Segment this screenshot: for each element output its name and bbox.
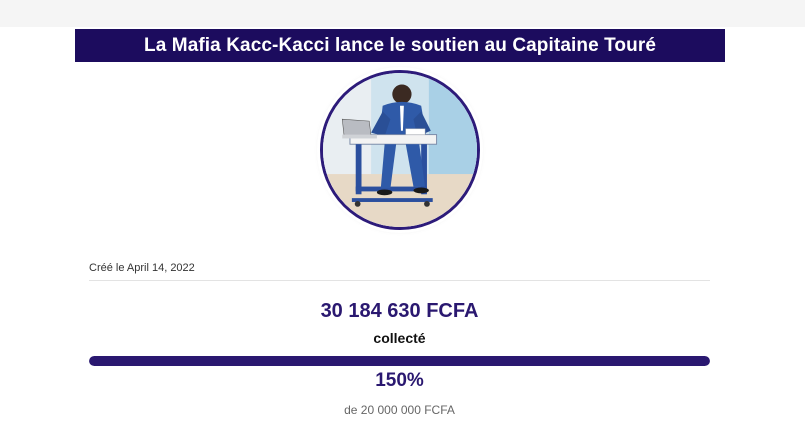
- amount-collected: 30 184 630 FCFA: [320, 300, 479, 322]
- campaign-avatar: [320, 70, 480, 230]
- campaign-title-banner: La Mafia Kacc-Kacci lance le soutien au …: [75, 29, 725, 62]
- top-strip: [0, 0, 805, 27]
- campaign-photo: [323, 73, 477, 227]
- created-date: Créé le April 14, 2022: [89, 262, 195, 274]
- campaign-title: La Mafia Kacc-Kacci lance le soutien au …: [144, 34, 656, 56]
- progress-bar: [89, 356, 710, 366]
- progress-bar-fill: [89, 356, 710, 366]
- divider: [89, 280, 710, 281]
- percent-funded: 150%: [375, 370, 424, 391]
- collected-label: collecté: [373, 330, 426, 346]
- goal-amount: de 20 000 000 FCFA: [344, 403, 455, 417]
